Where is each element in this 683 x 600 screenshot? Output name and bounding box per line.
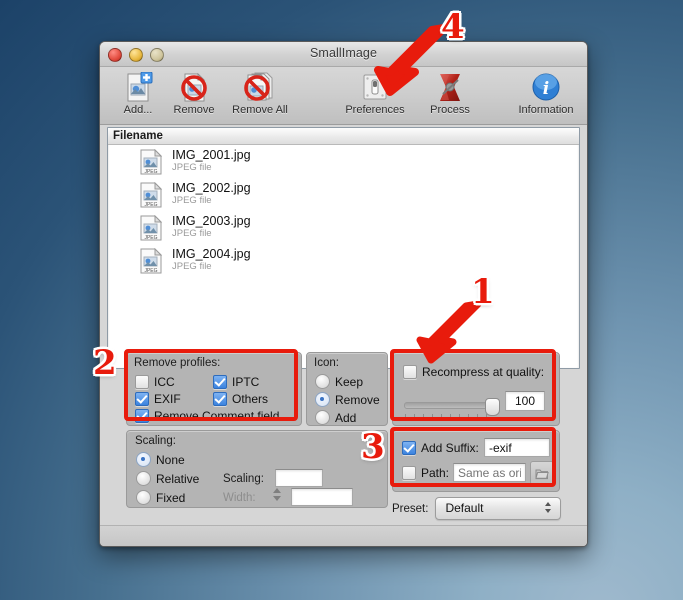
file-kind: JPEG file — [172, 261, 212, 272]
icon-remove-radio[interactable]: Remove — [315, 392, 380, 407]
radio-label: Keep — [335, 374, 364, 389]
annotation-arrow-4 — [374, 24, 448, 96]
preset-dropdown[interactable]: Default — [435, 497, 562, 520]
icon-keep-radio[interactable]: Keep — [315, 374, 363, 389]
preset-value: Default — [445, 501, 484, 515]
icon-add-radio[interactable]: Add — [315, 410, 356, 425]
radio-button — [136, 471, 151, 486]
file-kind: JPEG file — [172, 162, 212, 173]
svg-text:JPEG: JPEG — [144, 235, 157, 241]
radio-button — [136, 452, 151, 467]
table-row[interactable]: JPEG IMG_2004.jpg JPEG file — [108, 244, 579, 277]
window-title: SmallImage — [310, 46, 377, 60]
toolbar-label: Remove All — [232, 104, 288, 116]
width-stepper[interactable] — [273, 488, 282, 503]
jpeg-file-icon: JPEG — [140, 247, 163, 274]
toolbar-label: Information — [518, 104, 574, 116]
svg-text:JPEG: JPEG — [144, 202, 157, 208]
svg-text:i: i — [543, 79, 549, 99]
chevron-updown-icon — [545, 502, 552, 515]
annotation-number-4: 4 — [441, 7, 465, 47]
table-row[interactable]: JPEG IMG_2003.jpg JPEG file — [108, 211, 579, 244]
annotation-number-1: 1 — [471, 272, 495, 312]
radio-label: Fixed — [156, 490, 186, 505]
file-name: IMG_2002.jpg — [172, 181, 251, 195]
icon-group: Icon: Keep Remove Add — [306, 352, 388, 426]
toolbar-label: Remove — [173, 104, 215, 116]
add-toolbar-button[interactable]: Add... — [106, 71, 170, 116]
file-kind: JPEG file — [172, 228, 212, 239]
annotation-number-2: 2 — [93, 343, 117, 383]
information-icon: i — [510, 71, 582, 103]
scaling-none-radio[interactable]: None — [136, 452, 185, 467]
file-name: IMG_2003.jpg — [172, 214, 251, 228]
icon-group-title: Icon: — [314, 357, 339, 369]
toolbar-label: Add... — [123, 104, 153, 116]
width-value-input[interactable] — [291, 488, 353, 506]
scaling-fixed-radio[interactable]: Fixed — [136, 490, 185, 505]
preset-row: Preset: Default — [392, 497, 562, 520]
annotation-box-2 — [124, 349, 298, 421]
file-list-body: JPEG IMG_2001.jpg JPEG file JPEG IMG_200… — [108, 145, 579, 277]
toolbar: Add... Remove Remove All Preferences Pro… — [100, 67, 587, 125]
window-titlebar[interactable]: SmallImage — [100, 42, 587, 67]
table-row[interactable]: JPEG IMG_2001.jpg JPEG file — [108, 145, 579, 178]
toolbar-label: Process — [430, 104, 470, 116]
radio-label: Remove — [335, 392, 380, 407]
radio-label: None — [156, 452, 185, 467]
radio-button — [315, 374, 330, 389]
stepper-down-icon[interactable] — [273, 496, 281, 501]
svg-text:JPEG: JPEG — [144, 169, 157, 175]
information-toolbar-button[interactable]: i Information — [510, 71, 582, 116]
annotation-number-3: 3 — [361, 427, 385, 467]
scaling-value-input[interactable] — [275, 469, 323, 487]
svg-text:JPEG: JPEG — [144, 268, 157, 274]
remove-all-toolbar-button[interactable]: Remove All — [222, 71, 298, 116]
preset-label: Preset: — [392, 502, 429, 515]
table-row[interactable]: JPEG IMG_2002.jpg JPEG file — [108, 178, 579, 211]
radio-button — [136, 490, 151, 505]
filename-column-header[interactable]: Filename — [108, 128, 579, 145]
remove-file-icon — [162, 71, 226, 103]
remove-toolbar-button[interactable]: Remove — [162, 71, 226, 116]
file-name: IMG_2004.jpg — [172, 247, 251, 261]
scaling-relative-radio[interactable]: Relative — [136, 471, 199, 486]
jpeg-file-icon: JPEG — [140, 148, 163, 175]
file-name: IMG_2001.jpg — [172, 148, 251, 162]
file-kind: JPEG file — [172, 195, 212, 206]
stepper-up-icon[interactable] — [273, 488, 281, 493]
radio-button — [315, 410, 330, 425]
scaling-title: Scaling: — [135, 435, 176, 447]
annotation-box-3 — [390, 427, 556, 487]
radio-button — [315, 392, 330, 407]
window-footer — [100, 525, 587, 546]
width-field-label: Width: — [223, 492, 256, 504]
radio-label: Relative — [156, 471, 200, 486]
scaling-field-label: Scaling: — [223, 473, 264, 485]
radio-label: Add — [335, 410, 357, 425]
file-list[interactable]: Filename JPEG IMG_2001.jpg JPEG file JPE… — [107, 127, 580, 369]
jpeg-file-icon: JPEG — [140, 214, 163, 241]
scaling-group: Scaling: None Relative Fixed Scaling: Wi… — [126, 430, 388, 508]
add-file-icon — [106, 71, 170, 103]
toolbar-label: Preferences — [345, 104, 405, 116]
remove-all-files-icon — [222, 71, 298, 103]
jpeg-file-icon: JPEG — [140, 181, 163, 208]
